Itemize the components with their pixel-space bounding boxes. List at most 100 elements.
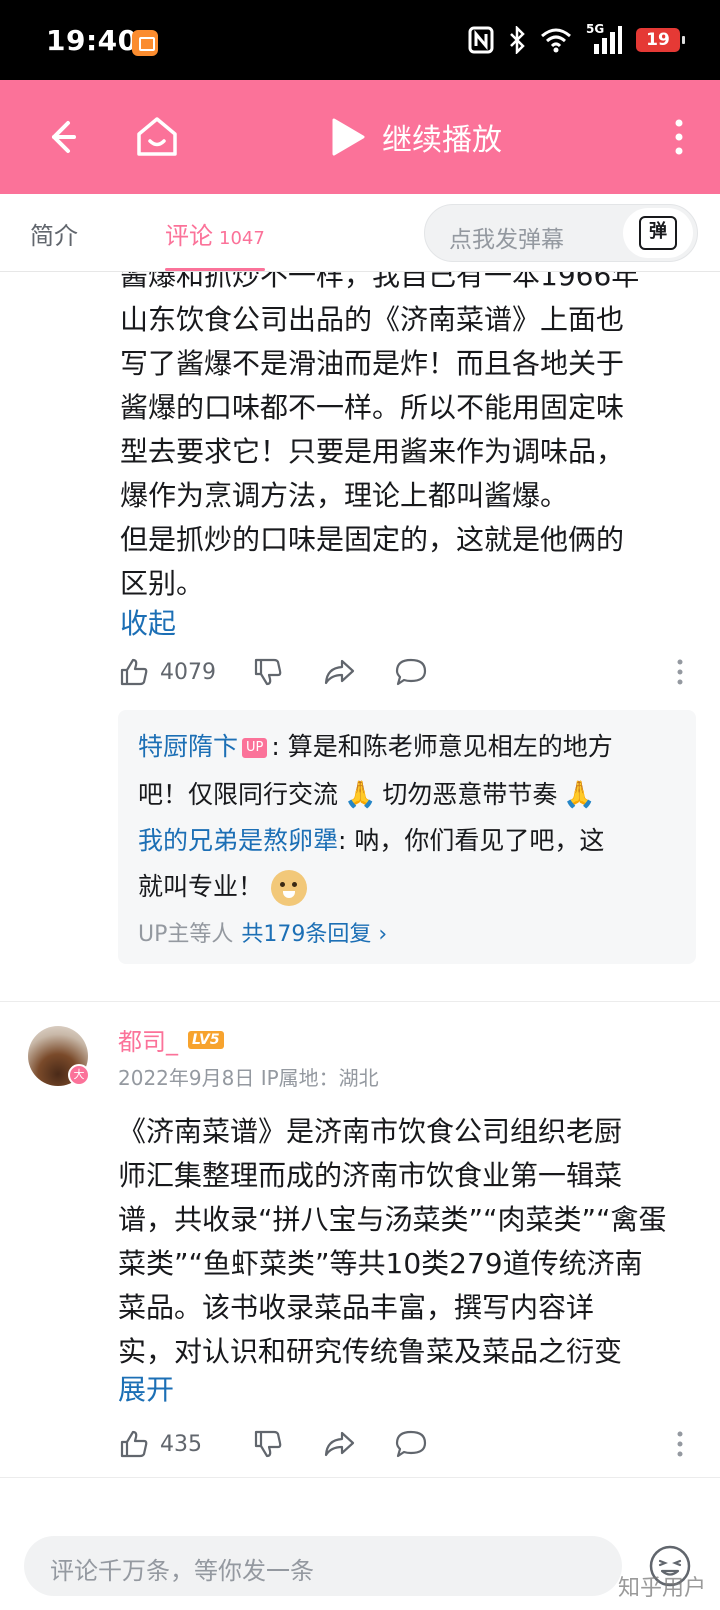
doge-emoji-icon bbox=[271, 870, 308, 906]
tab-comments-label: 评论 bbox=[165, 222, 213, 250]
share-button[interactable] bbox=[322, 1424, 356, 1464]
continue-play-label: 继续播放 bbox=[382, 123, 502, 158]
reply-text: : 呐，你们看见了吧，这 bbox=[338, 826, 605, 855]
comment-line: 型去要求它！只要是用酱来作为调味品， bbox=[120, 435, 625, 468]
dislike-button[interactable] bbox=[252, 1424, 284, 1464]
thumbs-up-icon bbox=[120, 658, 148, 686]
comment-more-button[interactable] bbox=[676, 1424, 684, 1464]
collapse-link[interactable]: 收起 bbox=[120, 602, 176, 642]
watermark: 知乎用户 bbox=[617, 1576, 706, 1601]
avatar-badge: 大 bbox=[68, 1064, 90, 1086]
share-icon bbox=[324, 1431, 355, 1457]
video-top-bar: 继续播放 bbox=[0, 80, 720, 194]
nfc-icon bbox=[468, 26, 494, 54]
comment-meta: 2022年9月8日 IP属地：湖北 bbox=[118, 1066, 379, 1090]
reply-text: : 算是和陈老师意见相左的地方 bbox=[271, 732, 613, 761]
comment-input-placeholder: 评论千万条，等你发一条 bbox=[50, 1557, 314, 1585]
reply-footer: UP主等人 共179条回复 › bbox=[138, 916, 387, 948]
reply-preview[interactable]: 特厨隋卞 UP: 算是和陈老师意见相左的地方 吧！仅限同行交流 🙏 切勿恶意带节奏 🙏 … bbox=[118, 710, 696, 964]
comments-list[interactable]: 酱爆和抓炒不一样，我自己有一本1966年 山东饮食公司出品的《济南菜谱》上面也 … bbox=[0, 272, 720, 1530]
comment-line: 写了酱爆不是滑油而是炸！而且各地关于 bbox=[120, 347, 625, 380]
more-vertical-icon bbox=[677, 1431, 683, 1457]
signal-icon: 5G bbox=[586, 22, 622, 54]
share-button[interactable] bbox=[322, 652, 356, 692]
like-count: 4079 bbox=[160, 659, 216, 685]
tab-intro[interactable]: 简介 bbox=[30, 216, 78, 251]
reply-text: 切勿恶意带节奏 bbox=[382, 780, 558, 809]
comment-line: 酱爆的口味都不一样。所以不能用固定味 bbox=[120, 391, 625, 424]
comment-line: 谱，共收录“拼八宝与汤菜类”“肉菜类”“禽蛋 bbox=[118, 1203, 667, 1236]
danmaku-placeholder: 点我发弹幕 bbox=[449, 227, 564, 253]
level-badge: LV5 bbox=[188, 1030, 224, 1049]
reply-footer-prefix: UP主等人 bbox=[138, 922, 234, 947]
danmaku-toggle-button[interactable]: 弹 bbox=[623, 208, 693, 258]
home-icon[interactable] bbox=[130, 110, 184, 164]
thumbs-down-icon bbox=[254, 1430, 282, 1458]
reply-item-cont: 就叫专业！ bbox=[138, 864, 684, 910]
comment-line: 爆作为烹调方法，理论上都叫酱爆。 bbox=[120, 479, 569, 512]
comment-input[interactable]: 评论千万条，等你发一条 bbox=[24, 1536, 622, 1596]
battery-icon: 19 bbox=[636, 28, 685, 52]
network-type: 5G bbox=[586, 22, 605, 36]
continue-play-button[interactable]: 继续播放 bbox=[330, 112, 502, 162]
active-tab-indicator bbox=[165, 268, 265, 271]
bluetooth-icon bbox=[510, 26, 525, 54]
app-notification-icon bbox=[132, 30, 158, 56]
share-icon bbox=[324, 659, 355, 685]
comment-divider bbox=[0, 1477, 720, 1478]
like-button[interactable]: 4079 bbox=[118, 652, 216, 692]
thumbs-up-icon bbox=[120, 1430, 148, 1458]
username: 都司_ bbox=[118, 1028, 178, 1056]
comment-line: 区别。 bbox=[120, 567, 205, 600]
danmaku-input[interactable]: 点我发弹幕 弹 bbox=[424, 204, 698, 262]
comment-bottom-bar: 评论千万条，等你发一条 知乎用户 bbox=[0, 1530, 720, 1610]
danmaku-icon: 弹 bbox=[639, 216, 677, 250]
comment-line: 菜品。该书收录菜品丰富，撰写内容详 bbox=[118, 1291, 595, 1324]
comment-bubble-icon bbox=[395, 658, 427, 686]
comment-line: 山东饮食公司出品的《济南菜谱》上面也 bbox=[120, 303, 625, 336]
comment-text: 酱爆和抓炒不一样，我自己有一本1966年 山东饮食公司出品的《济南菜谱》上面也 … bbox=[120, 272, 680, 606]
comment-line: 师汇集整理而成的济南市饮食业第一辑菜 bbox=[118, 1159, 623, 1192]
comment-line: 《济南菜谱》是济南市饮食公司组织老厨 bbox=[118, 1115, 623, 1148]
reply-username[interactable]: 我的兄弟是熬卵犟 bbox=[138, 826, 338, 855]
reply-item: 我的兄弟是熬卵犟: 呐，你们看见了吧，这 bbox=[138, 818, 684, 864]
comment-line: 实，对认识和研究传统鲁菜及菜品之衍变 bbox=[118, 1335, 623, 1368]
comment-more-button[interactable] bbox=[676, 652, 684, 692]
comment-line: 酱爆和抓炒不一样，我自己有一本1966年 bbox=[120, 272, 640, 292]
thumbs-down-icon bbox=[254, 658, 282, 686]
comment-author[interactable]: 都司_ LV5 bbox=[118, 1022, 224, 1057]
tabs-row: 简介 评论 1047 点我发弹幕 弹 bbox=[0, 194, 720, 272]
comment-bubble-icon bbox=[395, 1430, 427, 1458]
more-vertical-icon bbox=[677, 659, 683, 685]
status-icons: 5G 19 bbox=[468, 22, 685, 54]
tab-comments[interactable]: 评论 1047 bbox=[165, 216, 265, 251]
pray-emoji-icon: 🙏 bbox=[344, 780, 377, 810]
more-options-icon[interactable] bbox=[664, 114, 694, 160]
comment-divider bbox=[0, 1001, 720, 1002]
play-icon bbox=[332, 118, 365, 156]
reply-item: 特厨隋卞 UP: 算是和陈老师意见相左的地方 bbox=[138, 724, 684, 770]
reply-text: 吧！仅限同行交流 bbox=[138, 780, 339, 809]
dislike-button[interactable] bbox=[252, 652, 284, 692]
comment-actions: 435 bbox=[118, 1424, 698, 1464]
tab-comments-count: 1047 bbox=[219, 228, 265, 249]
like-button[interactable]: 435 bbox=[118, 1424, 202, 1464]
reply-username[interactable]: 特厨隋卞 bbox=[138, 732, 238, 761]
comment-line: 菜类”“鱼虾菜类”等共10类279道传统济南 bbox=[118, 1247, 643, 1280]
reply-item-cont: 吧！仅限同行交流 🙏 切勿恶意带节奏 🙏 bbox=[138, 772, 684, 818]
comment-actions: 4079 bbox=[118, 652, 698, 692]
pray-emoji-icon: 🙏 bbox=[563, 780, 596, 810]
status-bar: 19:40 5G 19 bbox=[0, 0, 720, 80]
reply-button[interactable] bbox=[394, 1424, 428, 1464]
back-icon[interactable] bbox=[34, 110, 88, 164]
view-all-replies-link[interactable]: 共179条回复 › bbox=[241, 922, 387, 947]
reply-button[interactable] bbox=[394, 652, 428, 692]
comment-text: 《济南菜谱》是济南市饮食公司组织老厨 师汇集整理而成的济南市饮食业第一辑菜 谱，… bbox=[118, 1110, 688, 1374]
expand-link[interactable]: 展开 bbox=[118, 1368, 174, 1408]
wifi-icon bbox=[541, 28, 571, 53]
up-badge: UP bbox=[242, 738, 268, 758]
reply-text: 就叫专业！ bbox=[138, 872, 264, 901]
status-time: 19:40 bbox=[46, 24, 138, 57]
comment-line: 但是抓炒的口味是固定的，这就是他俩的 bbox=[120, 523, 625, 556]
like-count: 435 bbox=[160, 1431, 202, 1457]
